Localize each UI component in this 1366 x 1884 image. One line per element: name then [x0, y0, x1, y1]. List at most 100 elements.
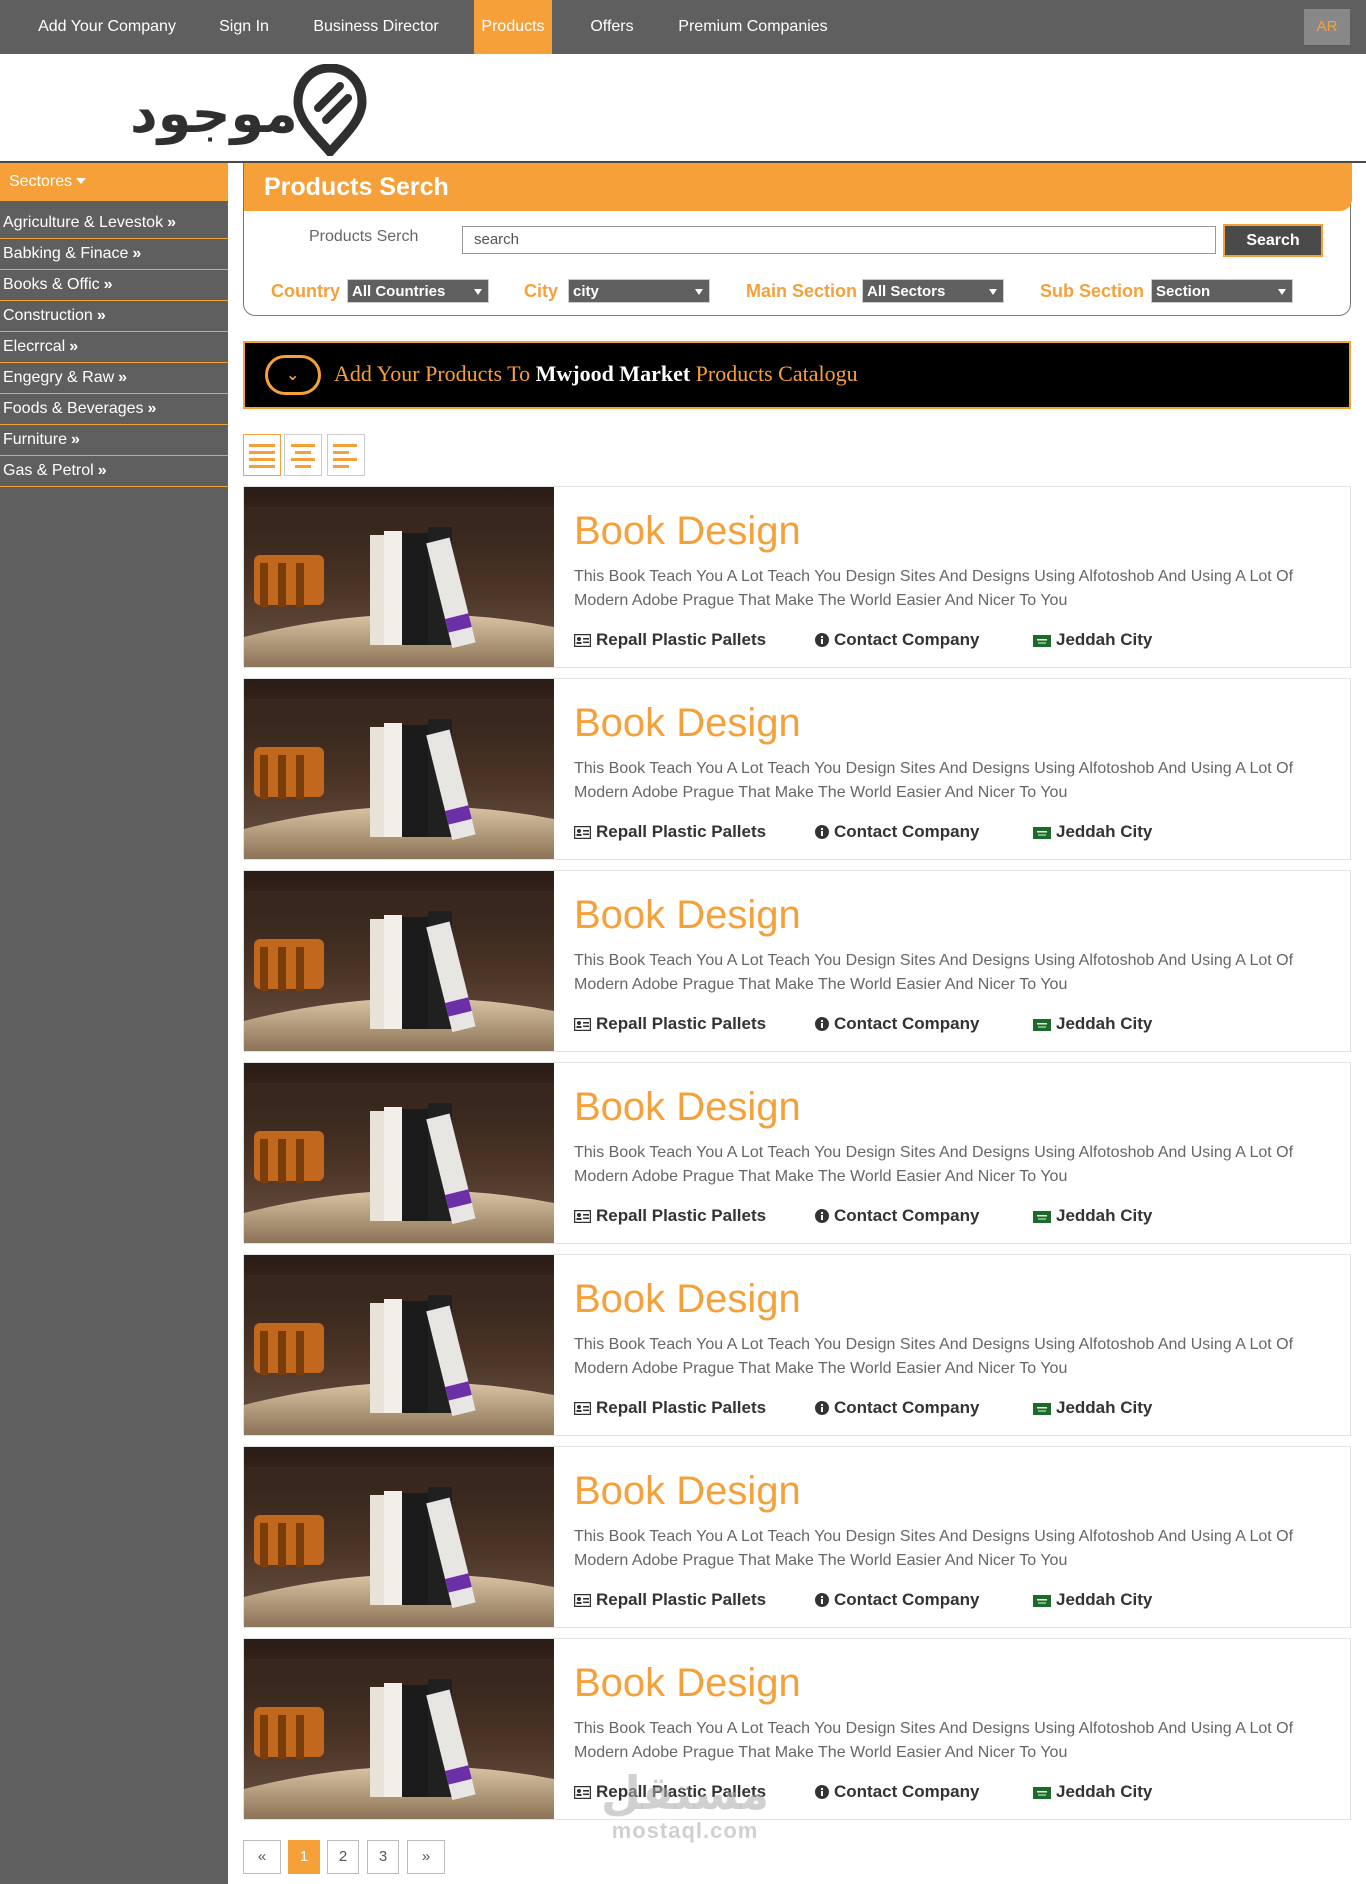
center-view-button[interactable] [284, 434, 322, 476]
sidebar-item-electrical[interactable]: Elecrrcal» [0, 332, 228, 363]
sidebar-item-banking[interactable]: Babking & Finace» [0, 239, 228, 270]
info-circle-icon [815, 1209, 829, 1223]
product-card[interactable]: Book Design This Book Teach You A Lot Te… [243, 486, 1351, 668]
saudi-flag-icon [1033, 1403, 1051, 1415]
product-title[interactable]: Book Design [574, 1469, 801, 1514]
product-title[interactable]: Book Design [574, 509, 801, 554]
nav-premium-companies[interactable]: Premium Companies [668, 0, 838, 54]
info-circle-icon [815, 1017, 829, 1031]
nav-sign-in[interactable]: Sign In [208, 0, 280, 54]
product-city-link[interactable]: Jeddah City [1033, 1206, 1152, 1226]
sidebar-item-agriculture[interactable]: Agriculture & Levestok» [0, 208, 228, 239]
product-company-link[interactable]: Repall Plastic Pallets [574, 822, 766, 842]
product-card[interactable]: Book Design This Book Teach You A Lot Te… [243, 870, 1351, 1052]
contact-company-link[interactable]: Contact Company [815, 822, 979, 842]
sub-section-select-value: Section [1156, 283, 1211, 300]
list-view-button[interactable] [243, 434, 281, 476]
product-title[interactable]: Book Design [574, 701, 801, 746]
sidebar-item-label: Agriculture & Levestok [3, 214, 164, 231]
product-description: This Book Teach You A Lot Teach You Desi… [574, 952, 1294, 993]
product-company-link[interactable]: Repall Plastic Pallets [574, 1590, 766, 1610]
product-thumbnail[interactable] [244, 679, 554, 859]
product-city-link[interactable]: Jeddah City [1033, 1590, 1152, 1610]
product-contact: Contact Company [834, 630, 980, 649]
product-city-link[interactable]: Jeddah City [1033, 1782, 1152, 1802]
product-card[interactable]: Book Design This Book Teach You A Lot Te… [243, 1062, 1351, 1244]
nav-business-director[interactable]: Business Director [300, 0, 452, 54]
product-company-link[interactable]: Repall Plastic Pallets [574, 1206, 766, 1226]
main-section-select[interactable]: All Sectors [862, 279, 1004, 303]
nav-offers[interactable]: Offers [574, 0, 650, 54]
search-button[interactable]: Search [1223, 224, 1323, 257]
product-company-link[interactable]: Repall Plastic Pallets [574, 630, 766, 650]
product-thumbnail[interactable] [244, 487, 554, 667]
city-select[interactable]: city [568, 279, 710, 303]
add-products-banner[interactable]: ⌄ Add Your Products To Mwjood Market Pro… [243, 341, 1351, 409]
top-navbar: Add Your Company Sign In Business Direct… [0, 0, 1366, 54]
sidebar-item-furniture[interactable]: Furniture» [0, 425, 228, 456]
saudi-flag-icon [1033, 1787, 1051, 1799]
sidebar-item-gas[interactable]: Gas & Petrol» [0, 456, 228, 487]
product-title[interactable]: Book Design [574, 1661, 801, 1706]
language-switch-button[interactable]: AR [1304, 9, 1350, 45]
compact-view-button[interactable] [327, 434, 365, 476]
sidebar-item-energy[interactable]: Engegry & Raw» [0, 363, 228, 394]
nav-products[interactable]: Products [474, 0, 552, 54]
sub-section-select[interactable]: Section [1151, 279, 1293, 303]
product-thumbnail[interactable] [244, 1063, 554, 1243]
product-card[interactable]: Book Design This Book Teach You A Lot Te… [243, 1638, 1351, 1820]
sidebar-item-label: Engegry & Raw [3, 369, 115, 386]
banner-brand: Mwjood Market [535, 361, 691, 386]
product-company-link[interactable]: Repall Plastic Pallets [574, 1014, 766, 1034]
sidebar-item-label: Books & Offic [3, 276, 100, 293]
product-thumbnail[interactable] [244, 1447, 554, 1627]
product-company-link[interactable]: Repall Plastic Pallets [574, 1398, 766, 1418]
contact-company-link[interactable]: Contact Company [815, 1206, 979, 1226]
product-city-link[interactable]: Jeddah City [1033, 822, 1152, 842]
pagination-page-1[interactable]: 1 [288, 1840, 320, 1874]
double-chevron-right-icon: » [71, 431, 80, 448]
product-image [244, 679, 554, 859]
country-select[interactable]: All Countries [347, 279, 489, 303]
pagination-next-button[interactable]: » [407, 1840, 445, 1874]
product-thumbnail[interactable] [244, 1255, 554, 1435]
product-thumbnail[interactable] [244, 871, 554, 1051]
contact-company-link[interactable]: Contact Company [815, 1398, 979, 1418]
sidebar-item-construction[interactable]: Construction» [0, 301, 228, 332]
product-city-link[interactable]: Jeddah City [1033, 1398, 1152, 1418]
product-title[interactable]: Book Design [574, 893, 801, 938]
search-input[interactable]: search [462, 226, 1216, 254]
contact-company-link[interactable]: Contact Company [815, 1014, 979, 1034]
id-card-icon [574, 1594, 591, 1607]
expand-toggle-button[interactable]: ⌄ [265, 355, 321, 395]
product-city-link[interactable]: Jeddah City [1033, 1014, 1152, 1034]
product-description: This Book Teach You A Lot Teach You Desi… [574, 1336, 1294, 1377]
pagination-page-3[interactable]: 3 [367, 1840, 399, 1874]
sectors-dropdown[interactable]: Sectores [0, 163, 228, 201]
watermark-latin: mostaql.com [611, 1818, 759, 1843]
pagination-prev-button[interactable]: « [243, 1840, 281, 1874]
sidebar-item-foods[interactable]: Foods & Beverages» [0, 394, 228, 425]
product-company: Repall Plastic Pallets [596, 1782, 767, 1801]
contact-company-link[interactable]: Contact Company [815, 630, 979, 650]
id-card-icon [574, 1210, 591, 1223]
product-title[interactable]: Book Design [574, 1277, 801, 1322]
double-chevron-right-icon: » [167, 214, 176, 231]
pagination-page-2[interactable]: 2 [327, 1840, 359, 1874]
contact-company-link[interactable]: Contact Company [815, 1590, 979, 1610]
sidebar-item-label: Furniture [3, 431, 68, 448]
id-card-icon [574, 1018, 591, 1031]
sidebar-item-books[interactable]: Books & Offic» [0, 270, 228, 301]
product-card[interactable]: Book Design This Book Teach You A Lot Te… [243, 678, 1351, 860]
product-title[interactable]: Book Design [574, 1085, 801, 1130]
nav-add-company[interactable]: Add Your Company [22, 0, 192, 54]
product-company-link[interactable]: Repall Plastic Pallets [574, 1782, 766, 1802]
product-city-link[interactable]: Jeddah City [1033, 630, 1152, 650]
product-card[interactable]: Book Design This Book Teach You A Lot Te… [243, 1446, 1351, 1628]
product-card[interactable]: Book Design This Book Teach You A Lot Te… [243, 1254, 1351, 1436]
double-chevron-right-icon: » [147, 400, 157, 417]
contact-company-link[interactable]: Contact Company [815, 1782, 979, 1802]
logo[interactable]: موجود [128, 64, 368, 156]
main-section-select-value: All Sectors [867, 283, 946, 300]
product-thumbnail[interactable] [244, 1639, 554, 1819]
